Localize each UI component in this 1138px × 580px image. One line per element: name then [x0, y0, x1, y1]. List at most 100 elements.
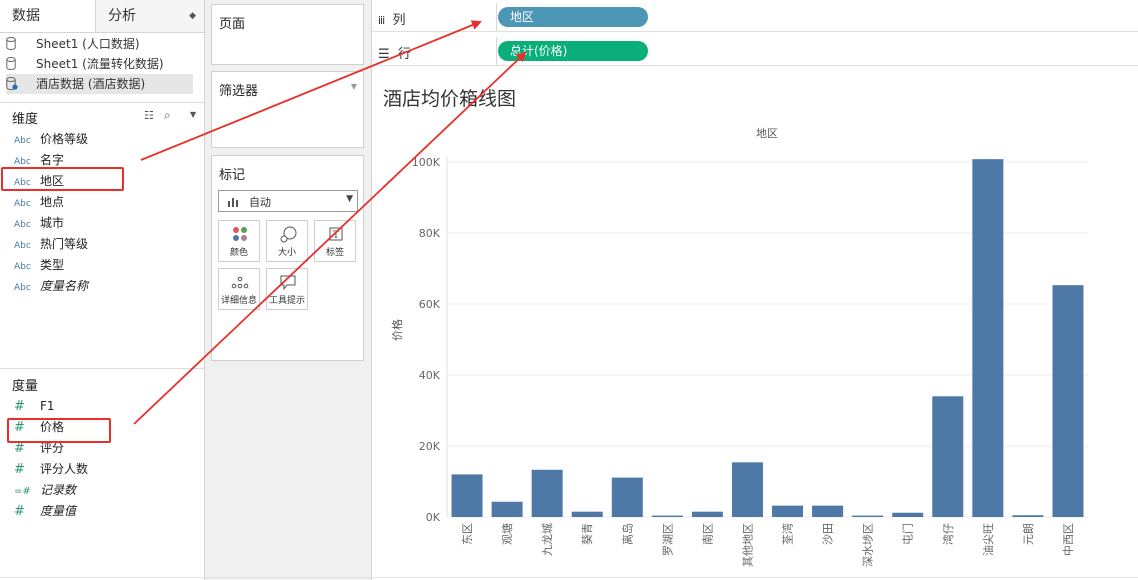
measure-field[interactable]: # F1	[14, 396, 55, 416]
size-label: 大小	[277, 248, 296, 258]
highlight-box-price	[7, 418, 111, 443]
bar[interactable]	[731, 462, 763, 517]
tooltip-button[interactable]: 工具提示	[266, 268, 308, 310]
pages-shelf[interactable]: 页面	[211, 4, 364, 65]
x-tick-label: 其他地区	[741, 523, 754, 567]
dimension-field[interactable]: Abc 热门等级	[14, 234, 88, 254]
label-icon: T	[329, 227, 343, 241]
detail-label: 详细信息	[220, 296, 257, 306]
x-tick-label: 深水埗区	[861, 523, 875, 567]
field-label: 热门等级	[40, 237, 89, 251]
field-label: F1	[40, 399, 55, 413]
marks-card: 标记 自动 ▼ 颜色 大小 T 标签 详细信息 工具提示	[211, 155, 364, 361]
x-tick-label: 观塘	[500, 523, 514, 545]
measure-field[interactable]: # 评分人数	[14, 459, 88, 479]
filters-menu-icon[interactable]: ▼	[351, 82, 357, 91]
columns-icon: iii	[378, 14, 385, 27]
view-list-icon[interactable]: ☷	[144, 109, 154, 122]
updown-arrows-icon[interactable]: ◆	[189, 0, 196, 32]
string-type-icon: Abc	[14, 199, 31, 209]
datasource-item[interactable]: Sheet1 (流量转化数据)	[6, 54, 193, 74]
y-axis-title: 价格	[390, 319, 404, 341]
column-header: 地区	[756, 127, 778, 140]
bar[interactable]	[1052, 285, 1084, 517]
dimensions-title: 维度	[12, 112, 39, 127]
bar[interactable]	[932, 396, 964, 517]
detail-icon	[231, 276, 249, 289]
color-button[interactable]: 颜色	[218, 220, 260, 262]
bar[interactable]	[651, 515, 683, 517]
bar[interactable]	[531, 469, 563, 517]
database-icon	[6, 57, 16, 70]
field-label: 度量名称	[40, 279, 89, 293]
datasource-label: Sheet1 (人口数据)	[36, 37, 140, 51]
bar[interactable]	[852, 515, 884, 517]
bar[interactable]	[892, 512, 924, 517]
measure-field[interactable]: =# 记录数	[14, 480, 76, 500]
string-type-icon: Abc	[14, 241, 31, 251]
calculated-number-icon: =#	[14, 486, 31, 497]
bar[interactable]	[812, 505, 844, 517]
bar-chart-icon	[228, 198, 238, 207]
bar[interactable]	[451, 474, 483, 517]
dimensions-menu-icon[interactable]: ▼	[190, 110, 196, 119]
x-tick-label: 罗湖区	[661, 523, 674, 556]
columns-shelf[interactable]: iii 列 地区	[372, 3, 1138, 32]
measure-field[interactable]: # 度量值	[14, 501, 76, 521]
database-icon	[6, 37, 16, 50]
rows-shelf[interactable]: ☰ 行 总计(价格)	[372, 37, 1138, 66]
field-label: 度量值	[40, 504, 77, 518]
tab-analysis-label: 分析	[108, 8, 136, 24]
filters-title: 筛选器	[219, 84, 259, 99]
x-tick-label: 元朗	[1022, 523, 1035, 545]
y-tick-label: 20K	[419, 440, 441, 453]
dimension-field[interactable]: Abc 城市	[14, 213, 64, 233]
filters-shelf[interactable]: 筛选器 ▼	[211, 71, 364, 148]
tooltip-label: 工具提示	[268, 296, 305, 306]
data-pane: 数据 分析 ◆ Sheet1 (人口数据) Sheet1 (流量转化数据) 酒店数…	[0, 0, 205, 580]
y-tick-label: 80K	[419, 227, 441, 240]
size-button[interactable]: 大小	[266, 220, 308, 262]
tab-analysis[interactable]: 分析 ◆	[96, 0, 204, 32]
number-type-icon: #	[14, 504, 25, 519]
x-tick-label: 中西区	[1062, 523, 1075, 556]
tab-data[interactable]: 数据	[0, 0, 96, 32]
divider	[0, 368, 204, 369]
chart-title: 酒店均价箱线图	[383, 88, 517, 110]
field-label: 评分	[40, 441, 65, 455]
bar[interactable]	[772, 505, 804, 517]
row-pill-price[interactable]: 总计(价格)	[498, 41, 648, 61]
columns-shelf-label: iii 列	[378, 9, 405, 28]
x-tick-label: 荃湾	[781, 523, 795, 545]
rows-icon: ☰	[378, 47, 390, 62]
dimension-field[interactable]: Abc 价格等级	[14, 129, 88, 149]
y-tick-label: 40K	[419, 369, 441, 382]
field-label: 评分人数	[40, 462, 89, 476]
mark-type-select[interactable]: 自动 ▼	[218, 190, 358, 212]
x-tick-label: 离岛	[620, 523, 634, 545]
divider	[0, 102, 204, 103]
dimension-field[interactable]: Abc 地点	[14, 192, 64, 212]
datasource-item-selected[interactable]: 酒店数据 (酒店数据)	[6, 74, 193, 94]
label-button[interactable]: T 标签	[314, 220, 356, 262]
bar[interactable]	[972, 159, 1004, 517]
bar[interactable]	[691, 511, 723, 517]
dimension-field[interactable]: Abc 度量名称	[14, 276, 88, 296]
column-pill-region[interactable]: 地区	[498, 7, 648, 27]
rows-shelf-label: ☰ 行	[378, 43, 411, 62]
bar[interactable]	[1012, 515, 1044, 517]
search-icon[interactable]: ⌕	[164, 108, 171, 123]
mark-type-value: 自动	[249, 196, 271, 209]
bar[interactable]	[571, 511, 603, 517]
tab-data-label: 数据	[12, 8, 40, 24]
y-tick-label: 60K	[419, 298, 441, 311]
detail-button[interactable]: 详细信息	[218, 268, 260, 310]
field-label: 地点	[40, 195, 65, 209]
bar[interactable]	[611, 477, 643, 517]
y-tick-label: 100K	[412, 156, 441, 169]
datasource-item[interactable]: Sheet1 (人口数据)	[6, 34, 193, 54]
bar[interactable]	[491, 501, 523, 517]
svg-text:T: T	[333, 230, 340, 241]
dimension-field[interactable]: Abc 类型	[14, 255, 64, 275]
database-connected-icon	[6, 77, 18, 90]
